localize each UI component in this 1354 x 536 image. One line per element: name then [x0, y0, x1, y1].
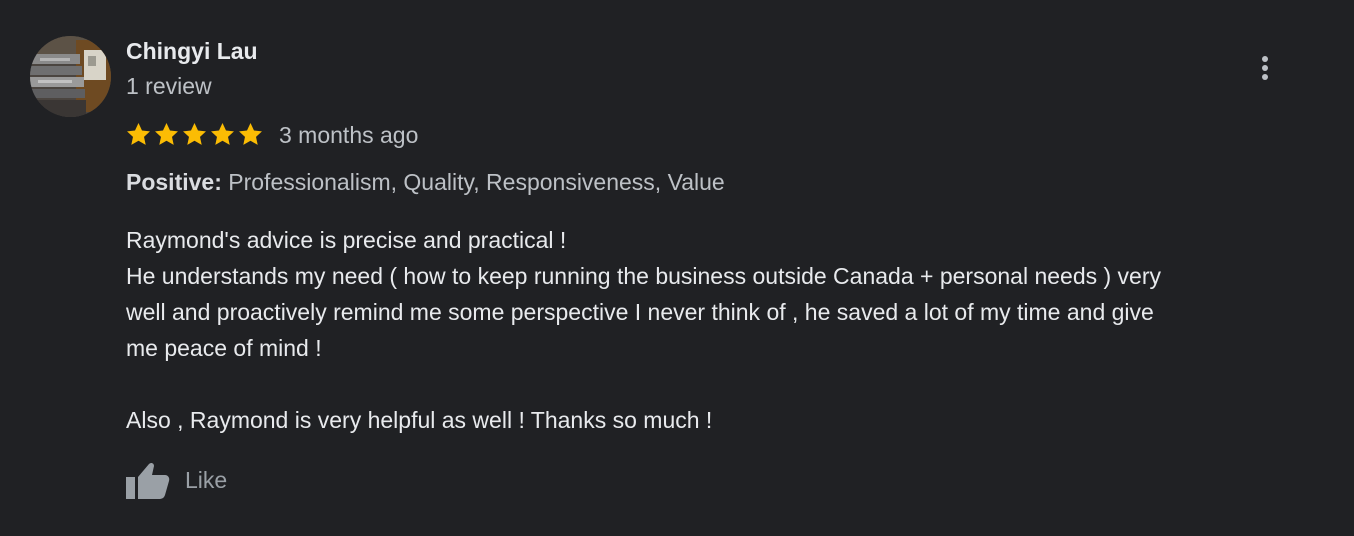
author-review-count[interactable]: 1 review: [126, 73, 212, 100]
review-text-line: He understands my need ( how to keep run…: [126, 263, 1161, 289]
author-avatar[interactable]: [30, 36, 111, 117]
review-text-blank-line: [126, 366, 1316, 402]
review-text-line: well and proactively remind me some pers…: [126, 299, 1154, 325]
like-label: Like: [185, 466, 228, 493]
review-card: Chingyi Lau 1 review 3 months ago Positi…: [0, 0, 1354, 536]
review-text-line: me peace of mind !: [126, 335, 322, 361]
star-icon: [211, 123, 234, 145]
star-icon: [127, 123, 150, 145]
more-vert-dot: [1262, 65, 1268, 71]
review-date: 3 months ago: [279, 122, 419, 148]
review-attributes: Positive: Professionalism, Quality, Resp…: [126, 169, 725, 196]
star-icon: [239, 123, 262, 145]
review-text-line: Raymond's advice is precise and practica…: [126, 227, 567, 253]
author-name[interactable]: Chingyi Lau: [126, 38, 258, 65]
review-text: Raymond's advice is precise and practica…: [126, 222, 1316, 438]
thumb-up-icon: [126, 462, 170, 499]
avatar-photo: [30, 36, 111, 117]
star-icon: [155, 123, 178, 145]
more-vert-dot: [1262, 74, 1268, 80]
review-text-line: Also , Raymond is very helpful as well !…: [126, 407, 713, 433]
star-rating: [125, 121, 264, 149]
more-options-button[interactable]: [1250, 50, 1280, 86]
attributes-value: Professionalism, Quality, Responsiveness…: [221, 169, 725, 195]
like-button[interactable]: Like: [124, 456, 227, 504]
star-icon: [183, 123, 206, 145]
attributes-label: Positive:: [126, 169, 222, 195]
more-vert-dot: [1262, 56, 1268, 62]
